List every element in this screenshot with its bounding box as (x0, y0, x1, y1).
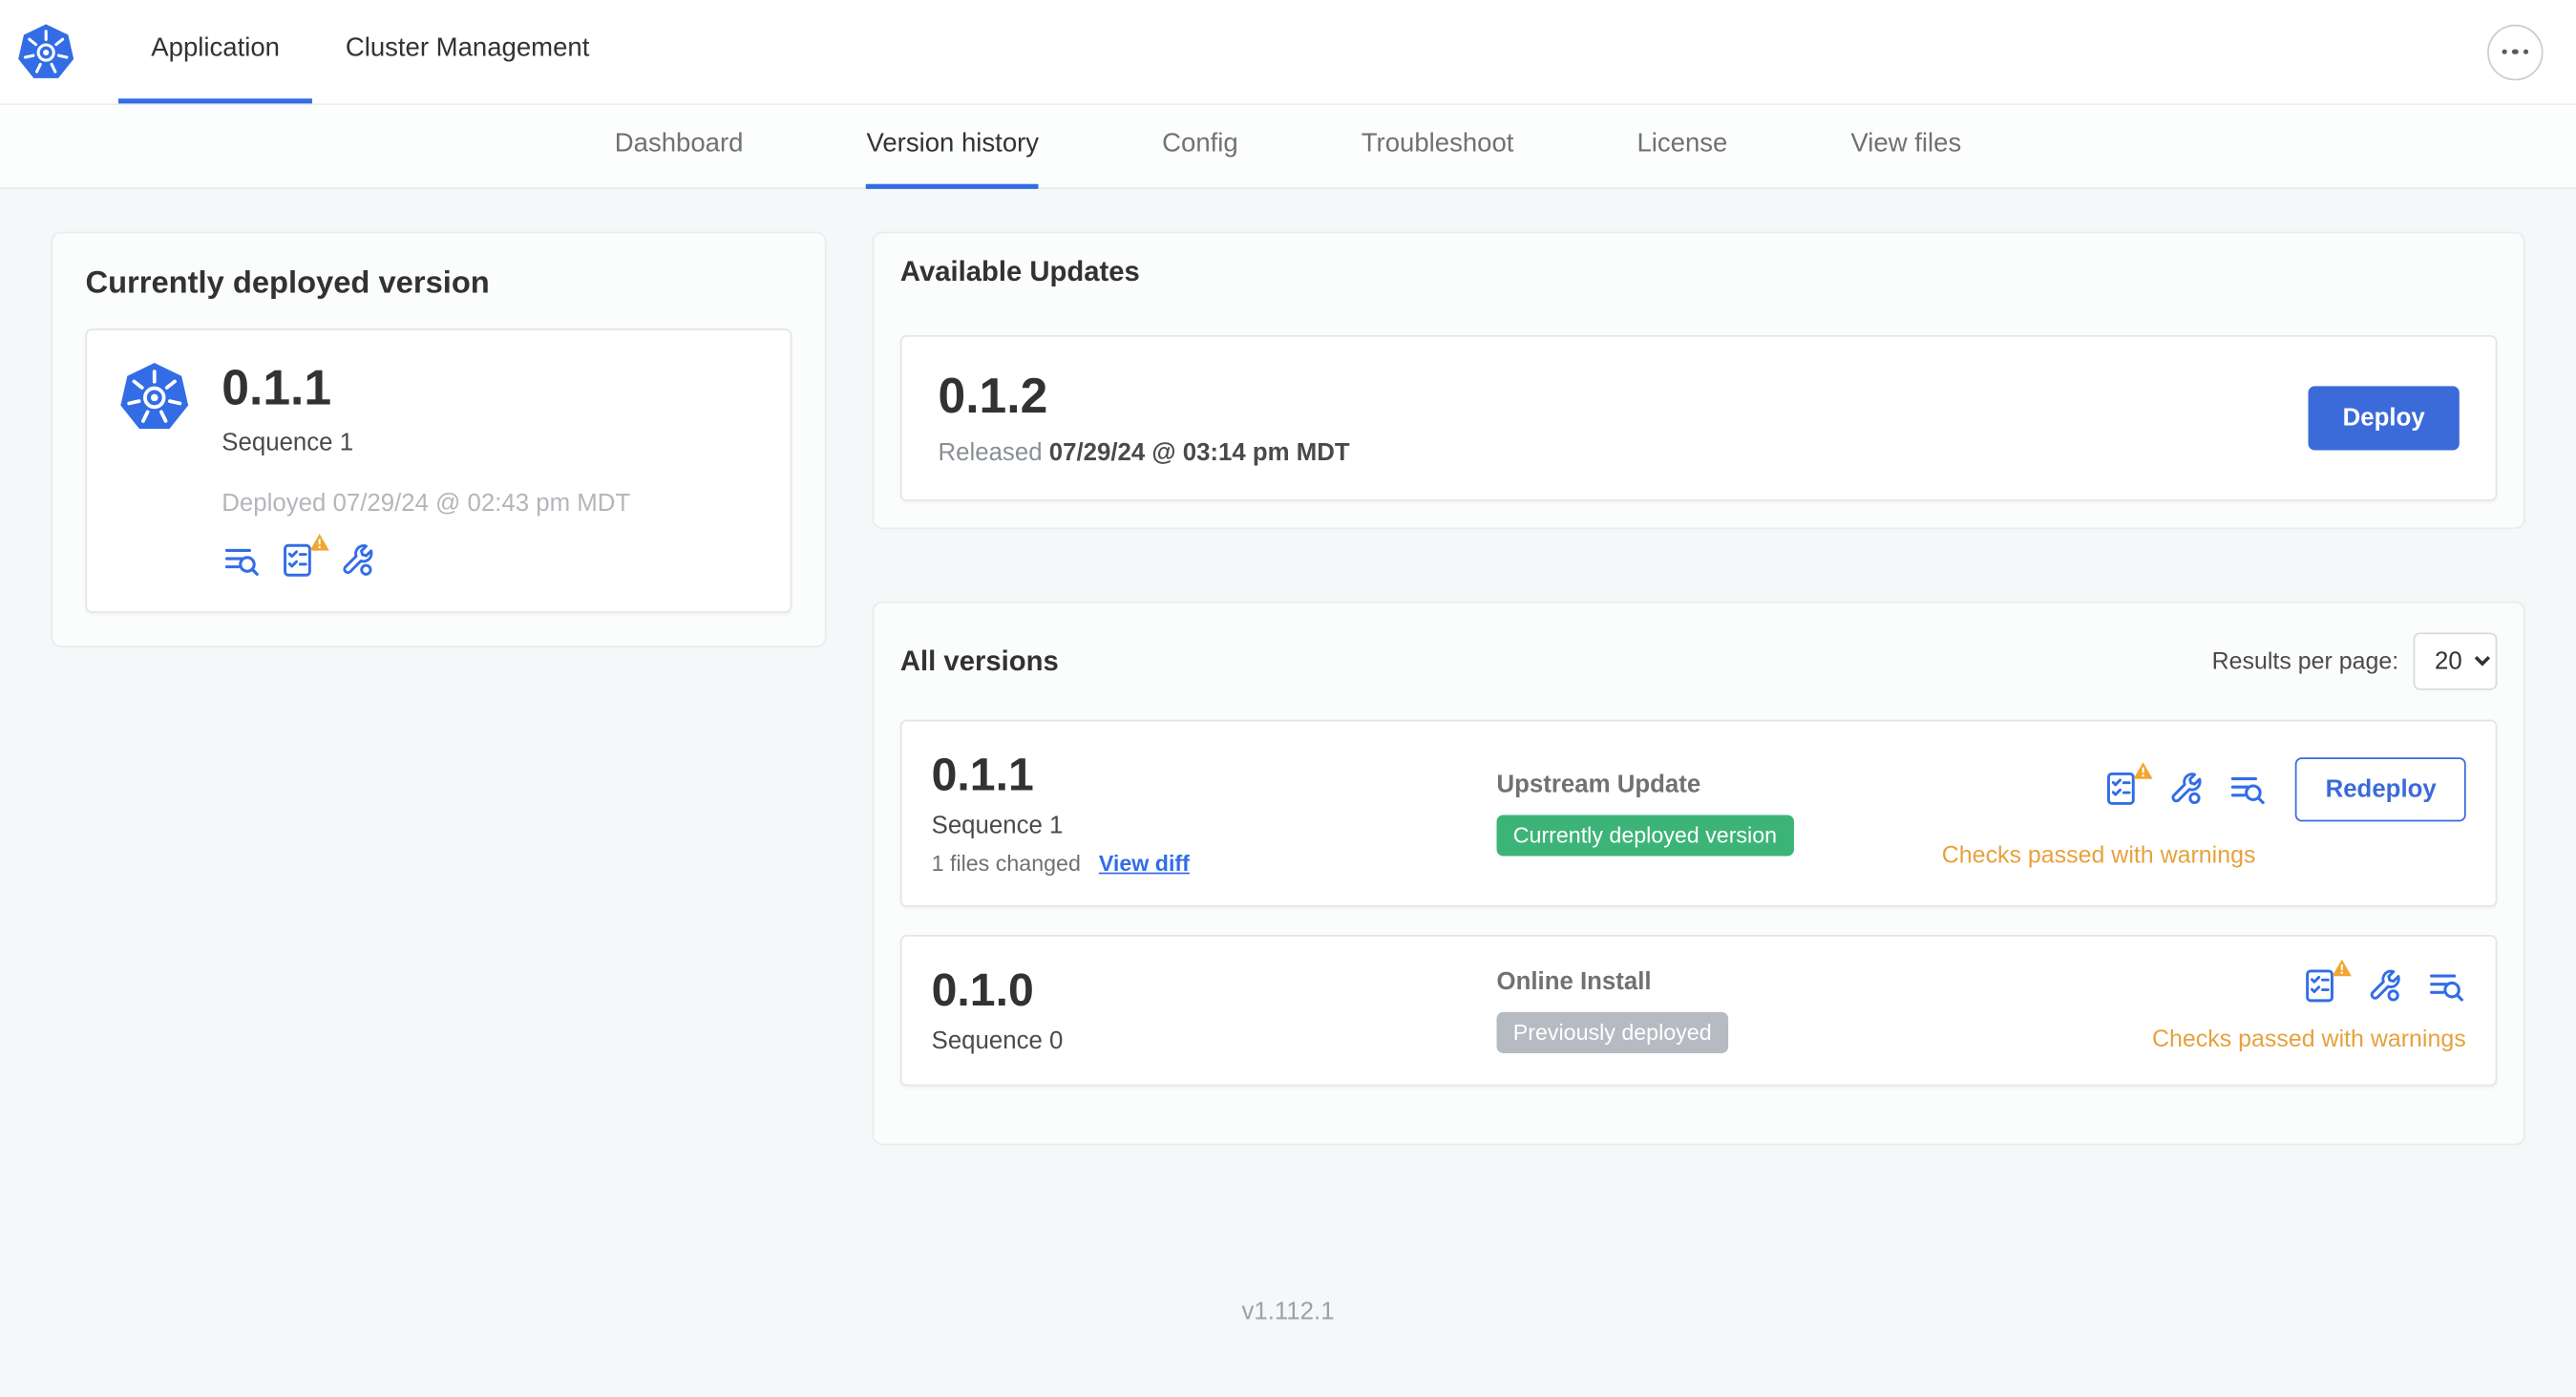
main-content: Currently deployed version 0.1.1 Sequenc… (0, 189, 2576, 1145)
warning-icon (2134, 762, 2154, 780)
files-changed-count: 1 files changed (931, 850, 1081, 876)
version-sequence: Sequence 0 (931, 1026, 1064, 1054)
app-window: Application Cluster Management Dashboard… (0, 0, 2576, 1397)
results-per-page: Results per page: 20 (2211, 632, 2498, 690)
right-column: Available Updates 0.1.2 Released 07/29/2… (872, 231, 2525, 1145)
currently-deployed-title: Currently deployed version (85, 265, 490, 301)
preflight-checks-icon[interactable] (2103, 762, 2154, 809)
topbar: Application Cluster Management (0, 0, 2576, 106)
tab-cluster-management[interactable]: Cluster Management (312, 0, 622, 103)
update-row: 0.1.2 Released 07/29/24 @ 03:14 pm MDT D… (899, 335, 2498, 501)
all-versions-title: All versions (899, 645, 1059, 677)
version-row: 0.1.1 Sequence 1 1 files changed View di… (899, 719, 2498, 907)
kubernetes-app-icon (118, 362, 191, 434)
preflight-checks-icon[interactable] (280, 534, 329, 580)
deployed-timestamp: Deployed 07/29/24 @ 02:43 pm MDT (222, 489, 631, 519)
deployed-version-number: 0.1.1 (222, 361, 332, 416)
tab-config[interactable]: Config (1162, 105, 1238, 189)
version-info: 0.1.0 Sequence 0 (931, 963, 1497, 1054)
ellipsis-icon (2502, 49, 2508, 55)
tab-troubleshoot[interactable]: Troubleshoot (1362, 105, 1514, 189)
version-action-icons: Redeploy (2103, 757, 2466, 822)
config-icon[interactable] (2166, 770, 2206, 809)
all-versions-header: All versions Results per page: 20 (899, 632, 2498, 690)
all-versions-card: All versions Results per page: 20 0.1.1 … (872, 601, 2525, 1145)
status-badge: Previously deployed (1496, 1011, 1728, 1053)
view-diff-link[interactable]: View diff (1099, 851, 1190, 876)
available-updates-card: Available Updates 0.1.2 Released 07/29/2… (872, 231, 2525, 530)
released-timestamp: 07/29/24 @ 03:14 pm MDT (1048, 438, 1350, 467)
version-source-block: Upstream Update Currently deployed versi… (1496, 770, 1942, 857)
config-icon[interactable] (337, 540, 376, 580)
app-version-footer: v1.112.1 (0, 1145, 2576, 1325)
results-per-page-label: Results per page: (2211, 647, 2399, 675)
top-tabs: Application Cluster Management (117, 0, 623, 104)
tab-dashboard[interactable]: Dashboard (615, 105, 744, 189)
tab-license[interactable]: License (1636, 105, 1727, 189)
results-per-page-select[interactable]: 20 (2413, 632, 2498, 690)
more-menu-button[interactable] (2487, 23, 2544, 80)
kubernetes-logo-icon (16, 0, 75, 103)
version-action-icons (2302, 960, 2466, 1005)
deployed-sequence: Sequence 1 (222, 429, 354, 457)
version-info: 0.1.1 Sequence 1 1 files changed View di… (931, 749, 1497, 876)
version-source-block: Online Install Previously deployed (1496, 966, 2153, 1053)
currently-deployed-card: Currently deployed version 0.1.1 Sequenc… (51, 231, 827, 647)
warning-icon (309, 534, 329, 551)
version-sequence: Sequence 1 (931, 811, 1064, 839)
files-changed-line: 1 files changed View diff (932, 851, 1497, 876)
release-notes-icon[interactable] (222, 540, 261, 580)
version-source: Upstream Update (1496, 770, 1701, 799)
redeploy-button[interactable]: Redeploy (2295, 757, 2466, 822)
available-updates-title: Available Updates (899, 256, 1140, 288)
deploy-button[interactable]: Deploy (2308, 386, 2460, 451)
checks-status: Checks passed with warnings (1941, 842, 2256, 870)
version-actions: Checks passed with warnings (2152, 960, 2466, 1054)
update-released-line: Released 07/29/24 @ 03:14 pm MDT (938, 438, 1349, 466)
tab-application[interactable]: Application (117, 0, 313, 104)
version-row: 0.1.0 Sequence 0 Online Install Previous… (899, 934, 2498, 1086)
warning-icon (2332, 960, 2352, 977)
update-version-number: 0.1.2 (938, 370, 1048, 424)
status-badge: Currently deployed version (1496, 815, 1794, 857)
checks-status: Checks passed with warnings (2152, 1027, 2466, 1054)
version-number: 0.1.1 (931, 749, 1034, 800)
released-label: Released (938, 438, 1043, 467)
tab-version-history[interactable]: Version history (866, 105, 1040, 189)
deployed-icon-row (222, 534, 630, 580)
version-actions: Redeploy Checks passed with warnings (1942, 757, 2466, 869)
tab-view-files[interactable]: View files (1850, 105, 1961, 189)
app-subnav: Dashboard Version history Config Trouble… (0, 105, 2576, 189)
deployed-version-card: 0.1.1 Sequence 1 Deployed 07/29/24 @ 02:… (85, 328, 792, 613)
config-icon[interactable] (2364, 966, 2403, 1005)
admin-console-version: v1.112.1 (1241, 1297, 1335, 1325)
version-number: 0.1.0 (931, 963, 1034, 1016)
preflight-checks-icon[interactable] (2302, 960, 2352, 1005)
release-notes-icon[interactable] (2426, 966, 2465, 1005)
version-source: Online Install (1496, 966, 1652, 996)
release-notes-icon[interactable] (2228, 770, 2268, 809)
